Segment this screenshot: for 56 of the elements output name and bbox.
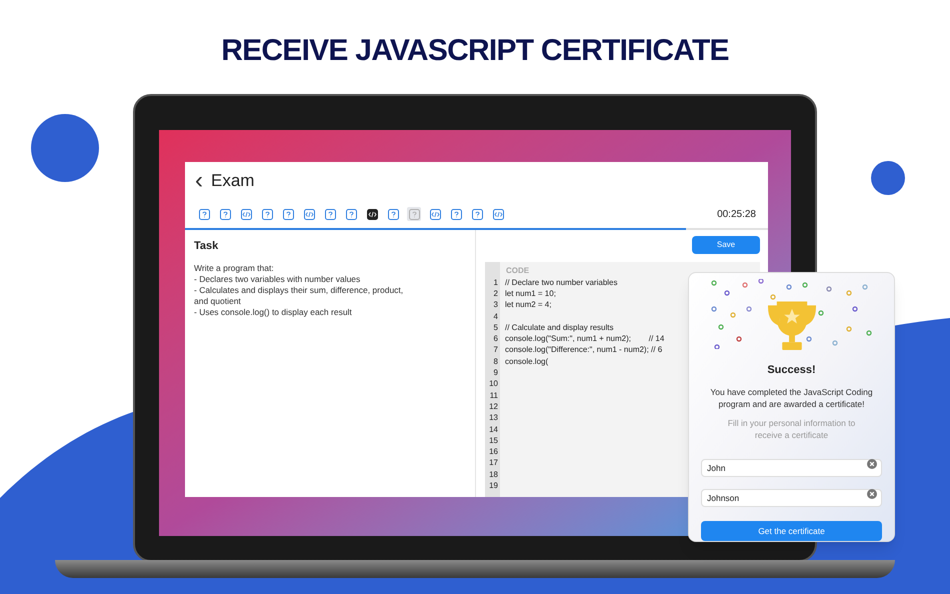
- get-certificate-button[interactable]: Get the certificate: [701, 521, 882, 541]
- back-button[interactable]: ‹: [195, 169, 203, 193]
- line-number: 17: [488, 457, 499, 470]
- task-heading: Task: [194, 239, 220, 254]
- line-number: 8: [492, 356, 499, 368]
- line-number: 10: [488, 378, 499, 390]
- save-button[interactable]: Save: [692, 236, 760, 254]
- dialog-hint: Fill in your personal information to receive a certificate: [726, 417, 856, 442]
- question-icon[interactable]: [470, 207, 484, 221]
- line-number: 3: [492, 299, 499, 312]
- code-line: console.log(: [505, 356, 548, 368]
- name-field[interactable]: John: [701, 459, 882, 478]
- task-text: - Uses console.log() to display each result: [194, 306, 353, 318]
- question-icon[interactable]: [197, 207, 211, 221]
- line-number: 2: [492, 288, 499, 300]
- code-question-icon[interactable]: [365, 207, 379, 221]
- circle-decoration: [871, 161, 905, 195]
- question-icon[interactable]: [281, 207, 295, 221]
- question-icon[interactable]: [218, 207, 232, 221]
- timer: 00:25:28: [717, 208, 756, 222]
- code-line: // Calculate and display results: [505, 322, 614, 334]
- line-number: 1: [492, 276, 499, 289]
- code-line: let num1 = 10;: [505, 288, 556, 300]
- line-number: 16: [488, 446, 499, 458]
- window-title: Exam: [211, 170, 254, 192]
- line-number: 4: [492, 310, 499, 323]
- code-line: console.log("Sum:", num1 + num2); // 14: [505, 333, 664, 346]
- dialog-message: You have completed the JavaScript Coding program and are awarded a certificate!: [709, 386, 874, 410]
- line-number: 7: [492, 344, 499, 356]
- line-number: 13: [488, 412, 499, 424]
- dialog-title: Success!: [767, 362, 816, 378]
- line-number: 11: [488, 390, 499, 402]
- code-line: console.log("Difference:", num1 - num2); // 6: [505, 344, 662, 356]
- code-line: let num2 = 4;: [505, 299, 552, 312]
- question-icon[interactable]: [344, 207, 358, 221]
- clear-icon[interactable]: [867, 489, 877, 500]
- line-number: 18: [488, 468, 499, 481]
- line-number: 12: [488, 400, 499, 413]
- code-line: // Declare two number variables: [505, 276, 618, 289]
- line-number: 9: [492, 367, 499, 380]
- editor-label: CODE: [506, 265, 530, 277]
- question-icon[interactable]: [323, 207, 337, 221]
- line-number: 15: [488, 434, 499, 447]
- line-number: 19: [488, 480, 499, 492]
- clear-icon[interactable]: [867, 459, 877, 470]
- question-icon[interactable]: [386, 207, 400, 221]
- name-field[interactable]: Johnson: [701, 489, 882, 508]
- task-text: Write a program that:: [194, 262, 275, 274]
- line-number: 14: [488, 424, 499, 436]
- question-icon[interactable]: [449, 207, 463, 221]
- line-number: 5: [492, 322, 499, 334]
- task-text: - Calculates and displays their sum, difference, product, and quotient: [194, 284, 404, 306]
- task-text: - Declares two variables with number values: [194, 274, 362, 284]
- line-number: 6: [492, 333, 499, 346]
- question-icon[interactable]: [260, 207, 274, 221]
- headline: RECEIVE JAVASCRIPT CERTIFICATE: [220, 33, 730, 69]
